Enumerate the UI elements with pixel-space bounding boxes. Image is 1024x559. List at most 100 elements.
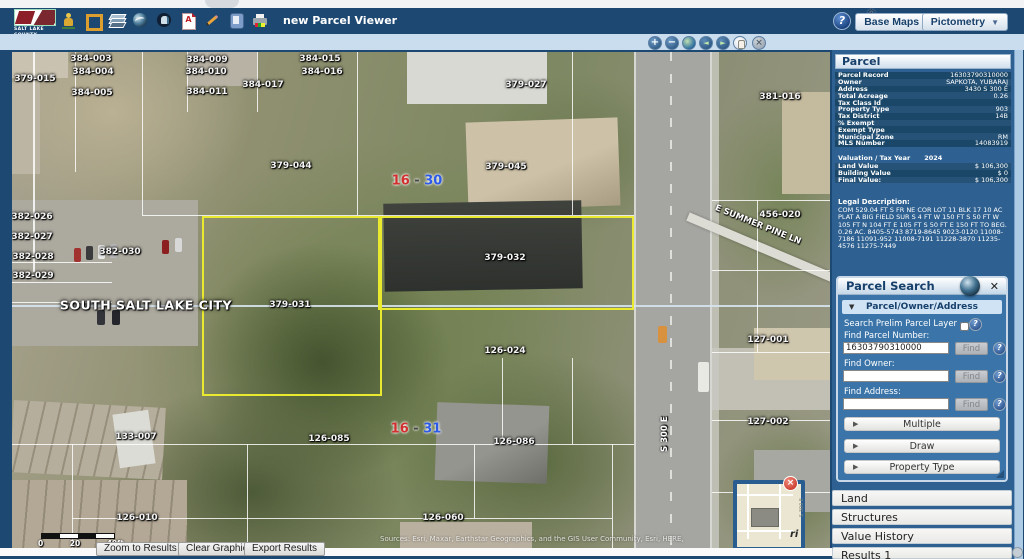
parcel-label: 382-030 [99,247,140,257]
document-icon[interactable] [228,12,245,30]
find-address-label: Find Address: [844,387,901,397]
find-address-button[interactable]: Find [955,398,988,411]
parcel-line [12,444,634,445]
row-value: 0.26 [994,92,1008,100]
identify-person-icon[interactable] [60,12,77,30]
database-icon[interactable] [156,12,173,30]
browser-tab-remnant [205,0,239,8]
section-structures[interactable]: Structures [832,509,1012,525]
section-land[interactable]: Land [832,490,1012,506]
find-parcel-button[interactable]: Find [955,342,988,355]
layers-icon[interactable] [108,12,125,30]
accordion-parcel-owner-address[interactable]: ▼ Parcel/Owner/Address [842,300,1002,314]
esri-logo-fragment: ri [790,529,798,540]
globe-icon[interactable] [132,12,149,30]
parcel-label: 382-029 [12,271,53,281]
draw-button[interactable]: ▶Draw [844,439,1000,453]
parcel-label: 382-027 [12,232,53,242]
pictometry-button[interactable]: Pictometry▼ [922,13,1008,31]
parcel-line [357,52,358,215]
road-300-east [634,52,712,548]
map-toolbar-band [0,34,1024,50]
row-value: 14083919 [975,139,1008,147]
car [86,246,93,260]
parcel-attribute-table: Parcel Record16303790310000 OwnerSAPKOTA… [835,72,1011,147]
parcel-search-title: Parcel Search [838,278,1006,295]
pictometry-label: Pictometry [931,16,985,28]
address-input[interactable] [843,398,949,410]
parcel-line [712,270,830,271]
chevron-down-icon: ▼ [849,300,854,314]
parcel-label: 126-086 [493,437,534,447]
parcel-line [474,444,475,518]
row-label: Final Value: [838,176,881,184]
prelim-layer-checkbox[interactable] [960,322,969,331]
row-value: 14B [995,112,1008,120]
car [162,240,169,254]
parcel-label: 126-010 [116,513,157,523]
table-row: MLS Number14083919 [835,140,1011,147]
corner-widget-icon[interactable] [1012,547,1023,558]
parcel-label: 379-045 [485,162,526,172]
export-results-button[interactable]: Export Results [244,542,325,556]
inset-close-icon[interactable]: × [783,476,798,491]
logo-text-1: SALT LAKE [14,27,56,32]
parcel-label: 127-001 [747,335,788,345]
help-icon[interactable]: ? [993,342,1006,355]
find-owner-label: Find Owner: [844,359,895,369]
scrollbar[interactable] [1014,50,1023,559]
pan-hand-icon[interactable] [733,36,747,50]
parcel-line [572,358,573,444]
inset-street [737,494,793,496]
close-icon[interactable]: ✕ [990,280,999,293]
help-icon[interactable]: ? [969,318,982,331]
parcel-panel: Parcel Parcel Record16303790310000 Owner… [832,50,1014,559]
map-canvas[interactable]: 379-015 384-003 384-004 384-005 384-009 … [12,52,830,548]
parcel-line [502,358,503,444]
find-owner-button[interactable]: Find [955,370,988,383]
prelim-layer-label: Search Prelim Parcel Layer [844,319,957,329]
street-label-s300e: S 300 E [660,416,670,452]
inset-street [737,530,793,532]
parcel-label: 384-010 [185,67,226,77]
parcel-label: 384-009 [186,55,227,65]
accordion-label: Parcel/Owner/Address [866,302,978,312]
parcel-number-input[interactable] [843,342,949,354]
help-icon[interactable]: ? [993,398,1006,411]
county-logo-icon [14,9,56,26]
help-icon[interactable]: ? [833,12,851,30]
previous-extent-icon[interactable]: ◄ [699,36,713,50]
pdf-export-icon[interactable]: A [180,12,197,30]
chevron-right-icon: ▶ [853,461,858,474]
sidewalk [712,52,719,548]
legal-description-text: COM 529.04 FT S FR NE COR LOT 11 BLK 17 … [838,207,1008,251]
deactivate-icon[interactable]: × [752,36,766,50]
section-value-history[interactable]: Value History [832,528,1012,544]
property-type-button[interactable]: ▶Property Type [844,460,1000,474]
pencil-draw-icon[interactable] [204,12,221,30]
section-corner-label-16-30: 16 - 30 [392,174,443,189]
section-results[interactable]: Results 1 [832,547,1012,559]
owner-input[interactable] [843,370,949,382]
parcel-line [12,282,112,283]
select-rectangle-icon[interactable] [84,12,101,30]
parcel-label: 379-032 [484,253,525,263]
valuation-year: 2024 [924,154,942,162]
parcel-label: 382-028 [12,252,53,262]
zoom-to-results-button[interactable]: Zoom to Results [96,542,185,556]
scale-tick: 0 [38,539,43,548]
multiple-button[interactable]: ▶Multiple [844,417,1000,431]
inset-extent-box[interactable] [751,508,779,527]
zoom-out-icon[interactable]: − [665,36,679,50]
parcel-label: 127-002 [747,417,788,427]
next-extent-icon[interactable]: ► [716,36,730,50]
print-icon[interactable] [252,12,269,30]
zoom-in-icon[interactable]: + [648,36,662,50]
browser-strip [0,0,1024,8]
resize-handle[interactable] [996,470,1004,478]
parcel-line [572,52,573,215]
base-maps-label: Base Maps [864,16,919,28]
help-icon[interactable]: ? [993,370,1006,383]
parcel-label: 384-015 [299,54,340,64]
full-extent-icon[interactable] [682,36,696,50]
